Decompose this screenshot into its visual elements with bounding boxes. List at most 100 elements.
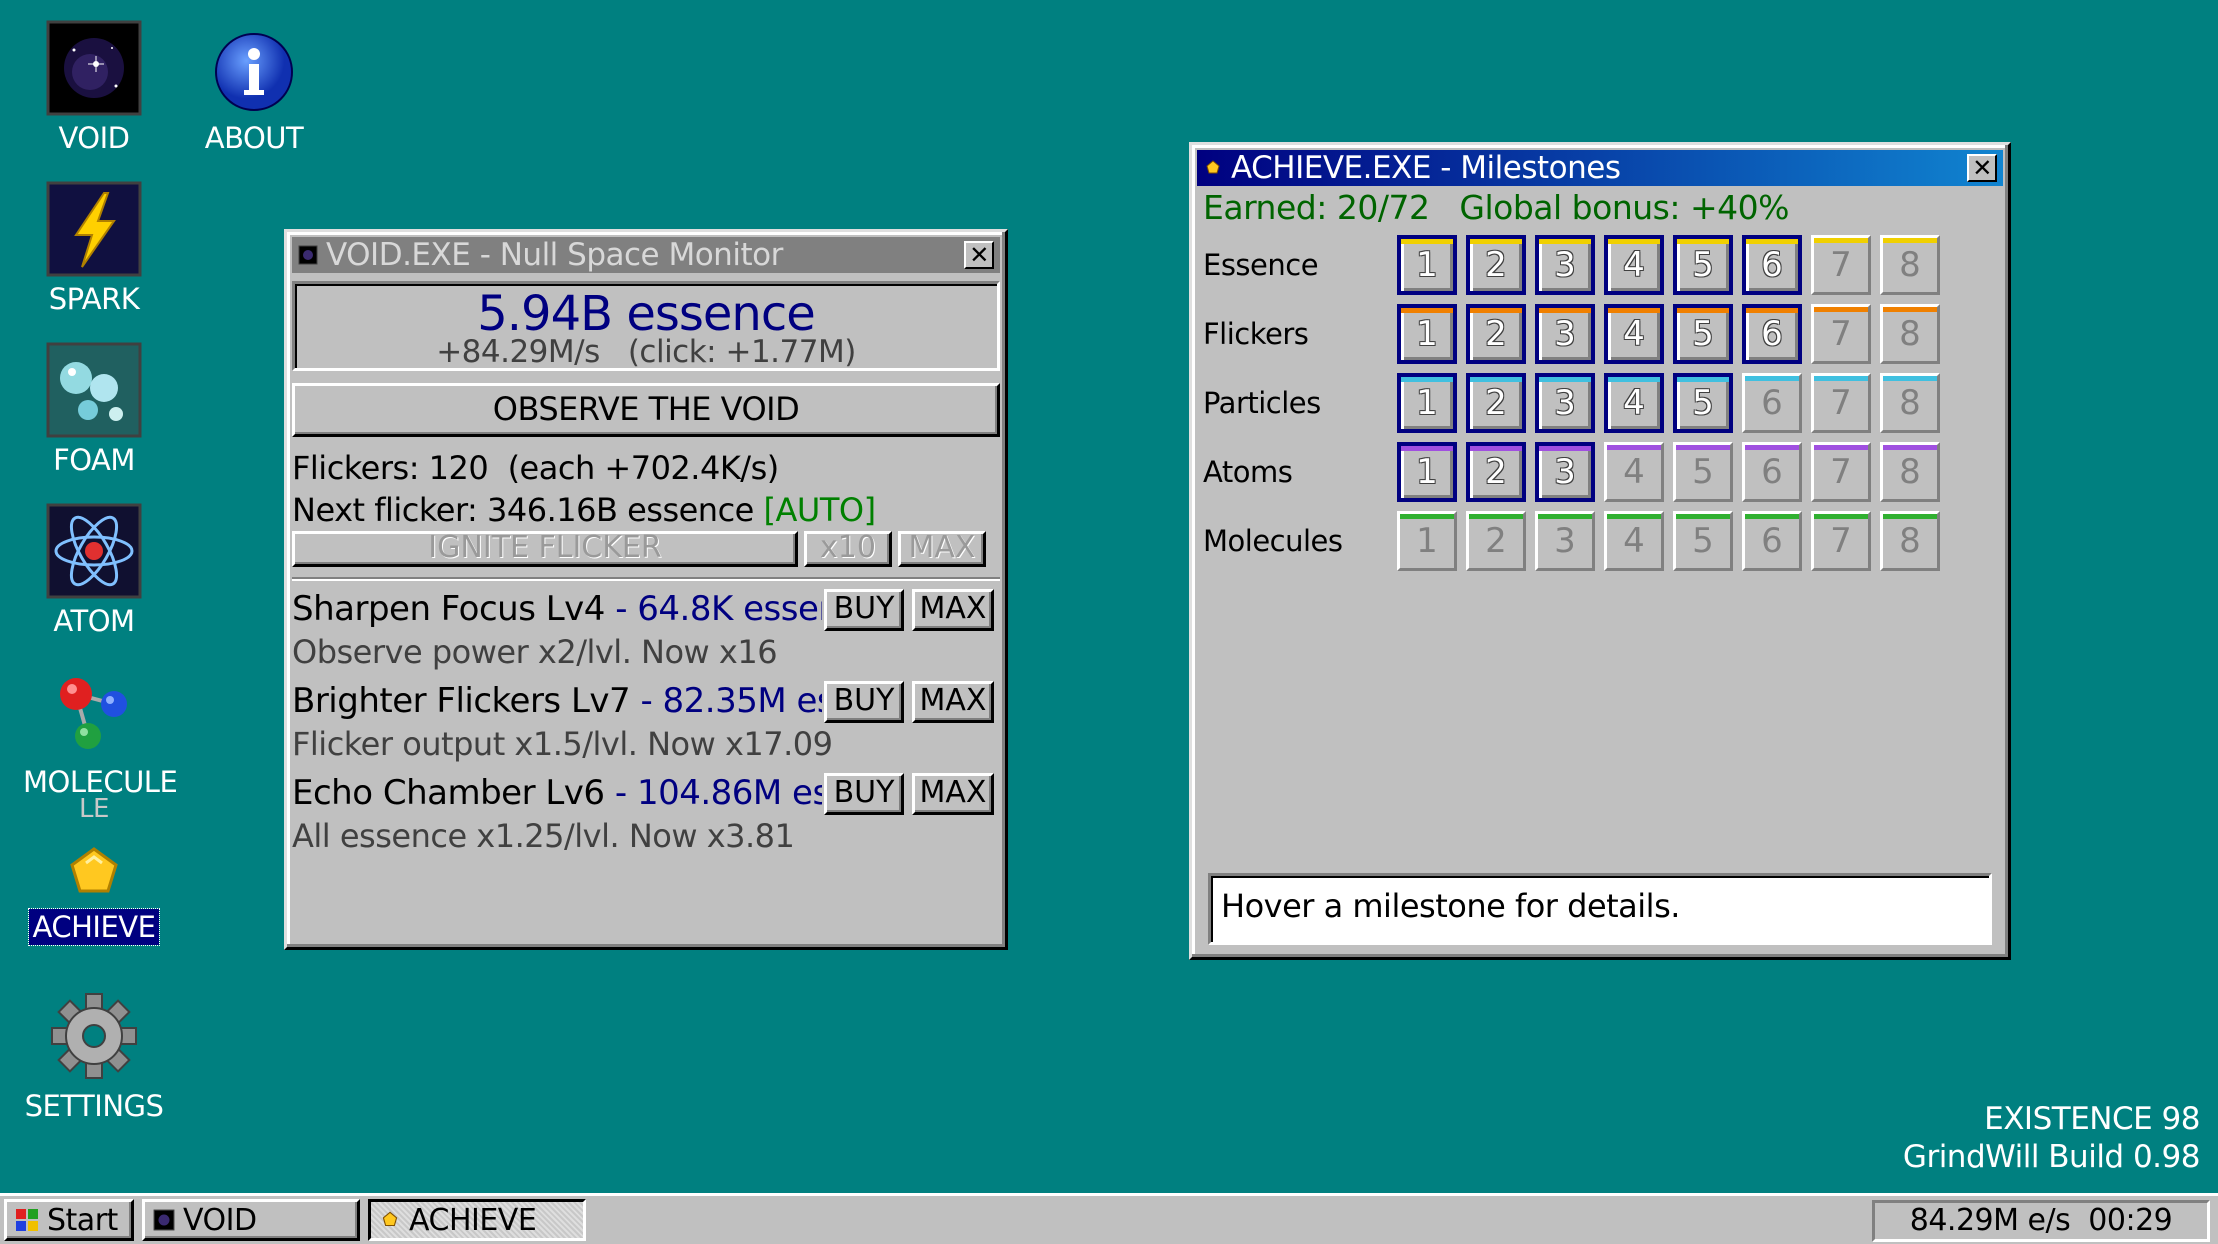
milestone-cell-locked[interactable]: 6 bbox=[1742, 372, 1802, 433]
milestone-cell-earned[interactable]: 6 bbox=[1742, 303, 1802, 364]
milestone-cell-earned[interactable]: 2 bbox=[1466, 441, 1526, 502]
close-icon: ✕ bbox=[969, 241, 989, 269]
essence-display: 5.94B essence +84.29M/s (click: +1.77M) bbox=[292, 281, 1000, 371]
max-button[interactable]: MAX bbox=[912, 589, 994, 631]
milestone-cell-earned[interactable]: 1 bbox=[1397, 372, 1457, 433]
desktop-icon-settings[interactable]: SETTINGS bbox=[19, 988, 169, 1124]
buy-button[interactable]: BUY bbox=[824, 589, 904, 631]
task-button-achieve[interactable]: ACHIEVE bbox=[368, 1199, 586, 1241]
milestone-cell-locked[interactable]: 7 bbox=[1811, 372, 1871, 433]
milestone-number: 7 bbox=[1830, 382, 1852, 423]
milestone-cell-earned[interactable]: 3 bbox=[1535, 441, 1595, 502]
milestone-details-box: Hover a milestone for details. bbox=[1208, 873, 1992, 945]
milestone-row: Atoms 1 2 3 4 5 6 7 8 bbox=[1197, 437, 2003, 506]
milestone-cell-locked[interactable]: 8 bbox=[1880, 372, 1940, 433]
desktop-icon-void[interactable]: VOID bbox=[19, 20, 169, 156]
milestone-cell-locked[interactable]: 6 bbox=[1742, 510, 1802, 571]
milestone-color-stripe bbox=[1539, 376, 1591, 382]
milestone-cell-earned[interactable]: 5 bbox=[1673, 234, 1733, 295]
void-window-titlebar[interactable]: VOID.EXE - Null Space Monitor ✕ bbox=[292, 237, 1000, 273]
void-window[interactable]: VOID.EXE - Null Space Monitor ✕ 5.94B es… bbox=[284, 229, 1008, 950]
milestone-cell-earned[interactable]: 4 bbox=[1604, 234, 1664, 295]
milestone-cell-earned[interactable]: 6 bbox=[1742, 234, 1802, 295]
milestone-cell-earned[interactable]: 2 bbox=[1466, 303, 1526, 364]
ignite-max-button[interactable]: MAX bbox=[898, 531, 986, 567]
milestone-cell-earned[interactable]: 3 bbox=[1535, 303, 1595, 364]
milestone-number: 2 bbox=[1485, 451, 1507, 492]
milestone-cell-earned[interactable]: 3 bbox=[1535, 234, 1595, 295]
milestone-cell-locked[interactable]: 7 bbox=[1811, 441, 1871, 502]
desktop-icon-label: VOID bbox=[58, 121, 130, 155]
achieve-window-titlebar[interactable]: ACHIEVE.EXE - Milestones ✕ bbox=[1197, 150, 2003, 186]
desktop-icon-spark[interactable]: SPARK bbox=[19, 181, 169, 317]
milestone-cell-earned[interactable]: 1 bbox=[1397, 441, 1457, 502]
milestone-cell-earned[interactable]: 4 bbox=[1604, 303, 1664, 364]
milestone-cell-earned[interactable]: 3 bbox=[1535, 372, 1595, 433]
milestone-number: 6 bbox=[1761, 313, 1783, 354]
milestone-cell-earned[interactable]: 4 bbox=[1604, 372, 1664, 433]
close-button[interactable]: ✕ bbox=[1967, 154, 1997, 182]
milestone-color-stripe bbox=[1608, 238, 1660, 244]
desktop-icon-label: ACHIEVE bbox=[27, 908, 161, 946]
start-button[interactable]: Start bbox=[4, 1199, 134, 1241]
achieve-window[interactable]: ACHIEVE.EXE - Milestones ✕ Earned: 20/72… bbox=[1189, 142, 2011, 960]
ignite-x10-button[interactable]: x10 bbox=[804, 531, 892, 567]
upgrade-sharpen-focus: Sharpen Focus Lv4 - 64.8K essence Observ… bbox=[292, 587, 1000, 679]
global-bonus: Global bonus: +40% bbox=[1459, 188, 1789, 227]
milestone-cell-earned[interactable]: 1 bbox=[1397, 303, 1457, 364]
milestone-color-stripe bbox=[1470, 445, 1522, 451]
upgrade-cost: - 104.86M essence bbox=[614, 773, 822, 813]
max-button[interactable]: MAX bbox=[912, 773, 994, 815]
milestone-cell-locked[interactable]: 7 bbox=[1811, 510, 1871, 571]
desktop-icon-foam[interactable]: FOAM bbox=[19, 342, 169, 478]
desktop-icon-label: FOAM bbox=[53, 443, 135, 477]
milestone-cell-earned[interactable]: 5 bbox=[1673, 372, 1733, 433]
milestone-cell-earned[interactable]: 2 bbox=[1466, 372, 1526, 433]
milestone-color-stripe bbox=[1676, 513, 1730, 519]
milestone-cell-locked[interactable]: 4 bbox=[1604, 441, 1664, 502]
task-button-void[interactable]: VOID bbox=[142, 1199, 360, 1241]
milestone-color-stripe bbox=[1401, 238, 1453, 244]
upgrade-echo-chamber: Echo Chamber Lv6 - 104.86M essence All e… bbox=[292, 771, 1000, 863]
milestone-cell-locked[interactable]: 8 bbox=[1880, 441, 1940, 502]
milestone-cell-earned[interactable]: 5 bbox=[1673, 303, 1733, 364]
milestone-cell-earned[interactable]: 1 bbox=[1397, 234, 1457, 295]
milestone-color-stripe bbox=[1538, 513, 1592, 519]
milestone-cell-locked[interactable]: 3 bbox=[1535, 510, 1595, 571]
milestone-color-stripe bbox=[1470, 238, 1522, 244]
buy-button[interactable]: BUY bbox=[824, 773, 904, 815]
milestone-cell-locked[interactable]: 5 bbox=[1673, 510, 1733, 571]
desktop-icon-atom[interactable]: ATOM bbox=[19, 503, 169, 639]
close-button[interactable]: ✕ bbox=[964, 241, 994, 269]
desktop-icon-label: SETTINGS bbox=[24, 1089, 164, 1123]
milestone-cell-earned[interactable]: 2 bbox=[1466, 234, 1526, 295]
desktop-icon-about[interactable]: ABOUT bbox=[179, 20, 329, 156]
milestone-cell-locked[interactable]: 8 bbox=[1880, 303, 1940, 364]
milestone-cell-locked[interactable]: 8 bbox=[1880, 234, 1940, 295]
milestone-color-stripe bbox=[1608, 376, 1660, 382]
milestone-color-stripe bbox=[1539, 445, 1591, 451]
max-button[interactable]: MAX bbox=[912, 681, 994, 723]
upgrade-cost: - 82.35M essence bbox=[640, 681, 822, 721]
ignite-flicker-button[interactable]: IGNITE FLICKER bbox=[292, 531, 798, 567]
milestone-cell-locked[interactable]: 8 bbox=[1880, 510, 1940, 571]
milestone-cell-locked[interactable]: 4 bbox=[1604, 510, 1664, 571]
milestone-cell-locked[interactable]: 1 bbox=[1397, 510, 1457, 571]
milestone-color-stripe bbox=[1745, 444, 1799, 450]
build-info: EXISTENCE 98 GrindWill Build 0.98 bbox=[1902, 1100, 2201, 1176]
milestone-number: 1 bbox=[1416, 520, 1438, 561]
desktop-icon-label: ABOUT bbox=[204, 121, 304, 155]
build-version: GrindWill Build 0.98 bbox=[1902, 1139, 2201, 1175]
milestone-cell-locked[interactable]: 7 bbox=[1811, 234, 1871, 295]
upgrade-cost: - 64.8K essence bbox=[615, 589, 822, 629]
milestone-cell-locked[interactable]: 7 bbox=[1811, 303, 1871, 364]
milestone-cell-locked[interactable]: 2 bbox=[1466, 510, 1526, 571]
buy-button[interactable]: BUY bbox=[824, 681, 904, 723]
desktop-icon-achieve[interactable]: ACHIEVE bbox=[19, 845, 169, 946]
milestone-cell-locked[interactable]: 6 bbox=[1742, 441, 1802, 502]
desktop-icon-molecule[interactable]: MOLECULE LE bbox=[19, 664, 178, 822]
milestone-cell-locked[interactable]: 5 bbox=[1673, 441, 1733, 502]
observe-button[interactable]: OBSERVE THE VOID bbox=[292, 383, 1000, 437]
milestone-number: 8 bbox=[1899, 382, 1921, 423]
trophy-icon bbox=[382, 1211, 398, 1227]
